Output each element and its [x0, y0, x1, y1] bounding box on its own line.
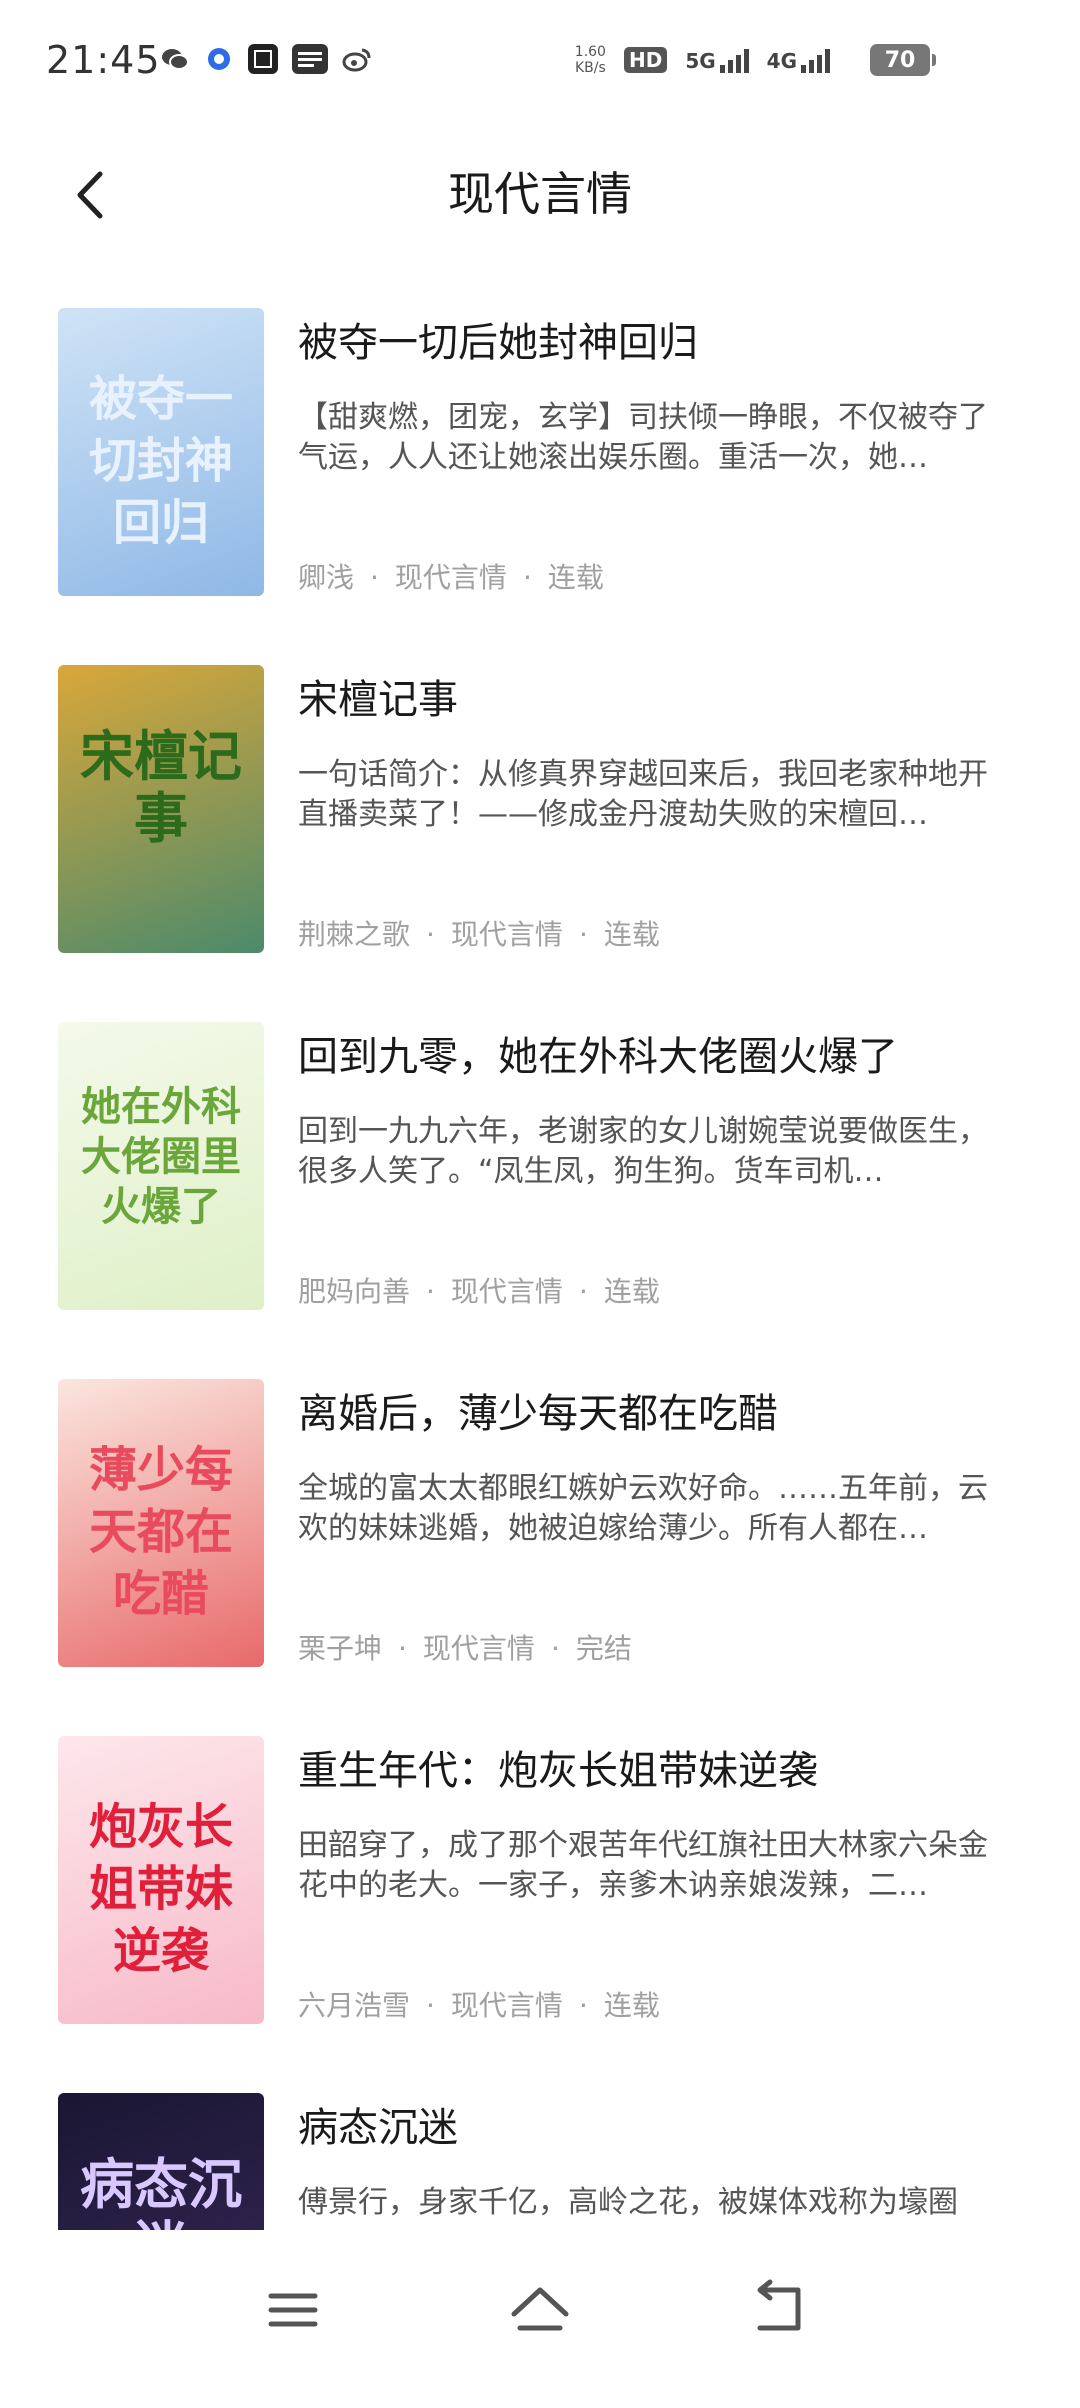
book-description: 回到一九九六年，老谢家的女儿谢婉莹说要做医生，很多人笑了。“凤生凤，狗生狗。货车… [298, 1114, 988, 1189]
wechat-icon [160, 44, 190, 74]
signal-4g: 4G [767, 47, 830, 73]
book-item[interactable]: 宋檀记事 宋檀记事 一句话简介：从修真界穿越回来后，我回老家种地开直播卖菜了！—… [0, 665, 1080, 965]
notification-icons [160, 44, 372, 74]
book-item[interactable]: 炮灰长姐带妹逆袭 重生年代：炮灰长姐带妹逆袭 田韶穿了，成了那个艰苦年代红旗社田… [0, 1736, 1080, 2036]
book-cover[interactable]: 薄少每天都在吃醋 [58, 1379, 264, 1667]
status-bar: 21:45 1.60 KB/s HD 5G 4G 70 [0, 0, 1080, 130]
separator-dot: · [426, 1275, 435, 1308]
book-status: 完结 [575, 1632, 632, 1665]
book-category: 现代言情 [450, 918, 563, 951]
book-meta: 肥妈向善 · 现代言情 · 连载 [298, 1270, 660, 1310]
menu-icon [268, 2293, 318, 2327]
separator-dot: · [578, 918, 588, 951]
book-cover[interactable]: 她在外科大佬圈里火爆了 [58, 1022, 264, 1310]
status-time: 21:45 [46, 38, 161, 82]
book-category: 现代言情 [394, 561, 507, 594]
book-item[interactable]: 薄少每天都在吃醋 离婚后，薄少每天都在吃醋 全城的富太太都眼红嫉妒云欢好命。……… [0, 1379, 1080, 1679]
book-meta: 栗子坤 · 现代言情 · 完结 [298, 1627, 632, 1667]
separator-dot: · [522, 561, 532, 594]
book-author: 肥妈向善 [298, 1275, 411, 1308]
signal-bars-icon [719, 47, 749, 73]
book-meta: 荆棘之歌 · 现代言情 · 连载 [298, 913, 660, 953]
book-author: 六月浩雪 [298, 1989, 411, 2022]
signal-bars-icon [801, 47, 830, 73]
home-button[interactable] [500, 2270, 580, 2350]
cover-title-art: 薄少每天都在吃醋 [88, 1442, 233, 1622]
signal-group: 1.60 KB/s HD 5G 4G [575, 44, 830, 76]
separator-dot: · [426, 918, 435, 951]
book-category: 现代言情 [422, 1632, 535, 1665]
book-description: 田韶穿了，成了那个艰苦年代红旗社田大林家六朵金花中的老大。一家子，亲爹木讷亲娘泼… [298, 1828, 988, 1903]
toutiao-icon [292, 44, 328, 74]
system-nav-bar [0, 2230, 1080, 2408]
book-category: 现代言情 [450, 1989, 563, 2022]
book-meta: 卿浅 · 现代言情 · 连载 [298, 556, 604, 596]
book-description: 【甜爽燃，团宠，玄学】司扶倾一睁眼，不仅被夺了气运，人人还让她滚出娱乐圈。重活一… [298, 400, 988, 475]
menu-button[interactable] [253, 2270, 333, 2350]
book-description: 一句话简介：从修真界穿越回来后，我回老家种地开直播卖菜了！——修成金丹渡劫失败的… [298, 757, 988, 832]
browser-icon [204, 44, 234, 74]
separator-dot: · [578, 1989, 588, 2022]
signal-5g: 5G [685, 47, 749, 73]
cover-title-art: 炮灰长姐带妹逆袭 [88, 1799, 233, 1979]
page-header: 现代言情 [0, 140, 1080, 250]
separator-dot: · [426, 1989, 435, 2022]
book-title[interactable]: 重生年代：炮灰长姐带妹逆袭 [298, 1738, 1018, 1796]
separator-dot: · [578, 1275, 588, 1308]
hd-badge: HD [623, 47, 668, 73]
book-cover[interactable]: 被夺一切封神回归 [58, 308, 264, 596]
app-icon [248, 44, 278, 74]
book-author: 荆棘之歌 [298, 918, 411, 951]
cover-title-art: 被夺一切封神回归 [88, 371, 233, 551]
book-meta: 六月浩雪 · 现代言情 · 连载 [298, 1984, 660, 2024]
book-title[interactable]: 被夺一切后她封神回归 [298, 310, 1018, 368]
separator-dot: · [398, 1632, 407, 1665]
net-speed: 1.60 KB/s [574, 44, 606, 76]
home-icon [511, 2287, 569, 2331]
book-cover[interactable]: 宋檀记事 [58, 665, 264, 953]
book-author: 卿浅 [298, 561, 355, 594]
book-title[interactable]: 离婚后，薄少每天都在吃醋 [298, 1381, 1018, 1439]
cover-title-art: 她在外科大佬圈里火爆了 [81, 1083, 241, 1230]
page-title: 现代言情 [448, 167, 632, 221]
book-title[interactable]: 宋檀记事 [298, 667, 1018, 725]
book-status: 连载 [603, 1989, 660, 2022]
book-list: 被夺一切封神回归 被夺一切后她封神回归 【甜爽燃，团宠，玄学】司扶倾一睁眼，不仅… [0, 308, 1080, 2268]
separator-dot: · [550, 1632, 560, 1665]
system-back-button[interactable] [740, 2270, 820, 2350]
weibo-icon [342, 44, 372, 74]
book-title[interactable]: 回到九零，她在外科大佬圈火爆了 [298, 1024, 1018, 1082]
book-category: 现代言情 [450, 1275, 563, 1308]
back-icon [757, 2279, 801, 2331]
book-item[interactable]: 被夺一切封神回归 被夺一切后她封神回归 【甜爽燃，团宠，玄学】司扶倾一睁眼，不仅… [0, 308, 1080, 608]
book-status: 连载 [603, 918, 660, 951]
battery-icon: 70 [870, 44, 936, 76]
book-status: 连载 [603, 1275, 660, 1308]
book-author: 栗子坤 [298, 1632, 383, 1665]
cover-title-art: 宋檀记事 [80, 724, 242, 850]
book-description: 全城的富太太都眼红嫉妒云欢好命。……五年前，云欢的妹妹逃婚，她被迫嫁给薄少。所有… [298, 1471, 988, 1546]
separator-dot: · [370, 561, 379, 594]
book-item[interactable]: 她在外科大佬圈里火爆了 回到九零，她在外科大佬圈火爆了 回到一九九六年，老谢家的… [0, 1022, 1080, 1322]
book-cover[interactable]: 炮灰长姐带妹逆袭 [58, 1736, 264, 2024]
book-title[interactable]: 病态沉迷 [298, 2095, 1018, 2153]
book-status: 连载 [547, 561, 604, 594]
